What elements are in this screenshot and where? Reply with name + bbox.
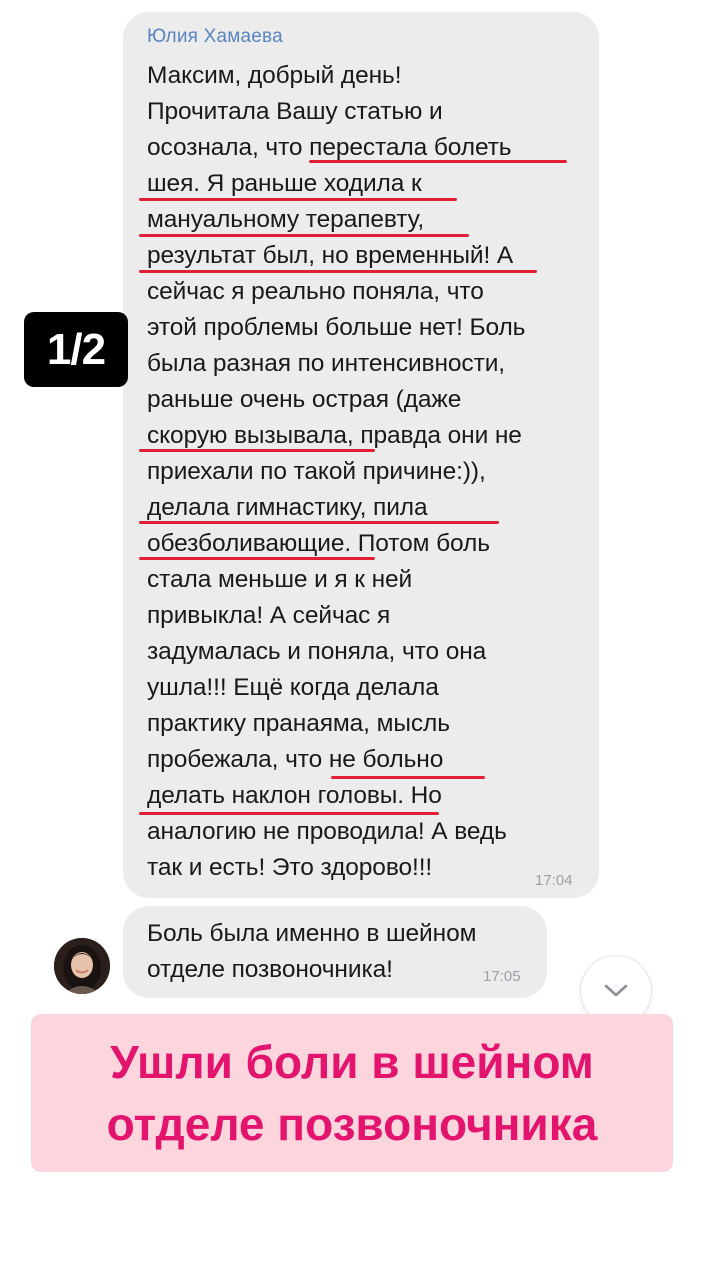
highlight-underline: [309, 160, 567, 163]
message-line: ушла!!! Ещё когда делала: [147, 674, 439, 701]
message-line: стала меньше и я к ней: [147, 566, 413, 593]
caption-line: Ушли боли в шейном: [110, 1036, 594, 1088]
sender-name[interactable]: Юлия Хамаева: [147, 26, 283, 48]
caption-box: Ушли боли в шейном отделе позвоночника: [31, 1014, 673, 1172]
message-line: привыкла! А сейчас я: [147, 602, 391, 629]
highlight-underline: [139, 270, 537, 273]
message-line: отделе позвоночника!: [147, 956, 393, 983]
message-line: раньше очень острая (даже: [147, 386, 462, 413]
highlight-underline: [139, 198, 457, 201]
message-bubble: Юлия Хамаева Максим, добрый день! Прочит…: [123, 12, 599, 898]
message-line: была разная по интенсивности,: [147, 350, 505, 377]
highlight-underline: [139, 234, 469, 237]
message-line: результат был, но временный! А: [147, 242, 514, 269]
message-line: делать наклон головы. Но: [147, 782, 442, 809]
highlight-underline: [331, 776, 485, 779]
avatar-photo: [54, 938, 110, 994]
chat-screenshot: Юлия Хамаева Максим, добрый день! Прочит…: [44, 8, 660, 1026]
highlight-underline: [139, 557, 375, 560]
caption-line: отделе позвоночника: [106, 1098, 598, 1150]
message-line: сейчас я реально поняла, что: [147, 278, 484, 305]
sender-avatar[interactable]: [54, 938, 110, 994]
highlight-underline: [139, 521, 499, 524]
message-line: Прочитала Вашу статью и: [147, 98, 443, 125]
message-line: задумалась и поняла, что она: [147, 638, 487, 665]
highlight-underline: [139, 449, 375, 452]
message-time: 17:05: [483, 968, 521, 985]
page-indicator: 1/2: [24, 312, 128, 387]
message-line: мануальному терапевту,: [147, 206, 425, 233]
message-line: так и есть! Это здорово!!!: [147, 854, 433, 881]
message-line: аналогию не проводила! А ведь: [147, 818, 507, 845]
message-line: приехали по такой причине:)),: [147, 458, 486, 485]
highlight-underline: [139, 812, 439, 815]
message-line: Боль была именно в шейном: [147, 920, 477, 947]
message-line: практику пранаяма, мысль: [147, 710, 450, 737]
message-line: пробежала, что не больно: [147, 746, 444, 773]
message-time: 17:04: [535, 872, 573, 889]
message-line: Максим, добрый день!: [147, 62, 402, 89]
message-line: шея. Я раньше ходила к: [147, 170, 422, 197]
chevron-down-icon: [604, 984, 628, 997]
message-line: этой проблемы больше нет! Боль: [147, 314, 526, 341]
message-bubble-second: Боль была именно в шейном отделе позвоно…: [123, 906, 547, 998]
